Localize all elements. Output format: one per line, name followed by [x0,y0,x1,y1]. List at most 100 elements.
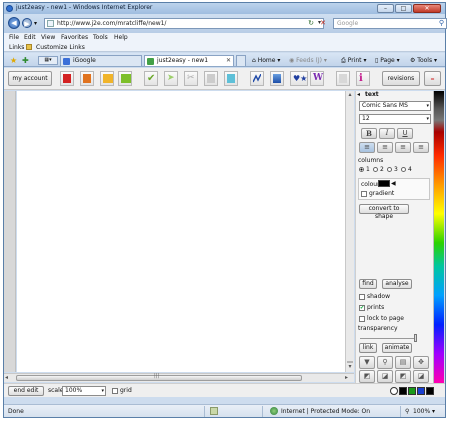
scale-select[interactable]: 100% ▾ [62,386,106,396]
revisions-button[interactable]: revisions [382,71,420,86]
my-account-button[interactable]: my account [8,71,52,86]
line-chart-icon[interactable] [250,71,264,86]
paste-icon[interactable] [224,71,238,86]
font-select[interactable]: Comic Sans MS ▾ [359,101,431,111]
gradient-checkbox[interactable] [361,191,367,197]
columns-radio-1[interactable] [359,167,364,172]
scroll-left-icon[interactable]: ◂ [5,374,8,381]
minimize-button[interactable]: – [377,4,394,13]
align-left-button[interactable]: ≡ [359,142,375,153]
layer-back-icon[interactable]: ◪ [413,370,429,383]
panel-expand-icon[interactable]: ◂ [357,91,360,98]
colour-swatch-black[interactable] [399,387,407,395]
quick-tabs-button[interactable]: ▦▾ [38,56,58,65]
zoom-dropdown-icon[interactable]: ▾ [432,408,435,415]
link-button[interactable]: link [359,343,377,353]
transparent-colour-swatch[interactable] [390,387,398,395]
stack-icon[interactable]: ▤ [395,356,411,369]
convert-to-shape-button[interactable]: convert to shape [359,204,409,220]
analyse-button[interactable]: analyse [382,279,412,289]
menu-tools[interactable]: Tools [93,34,108,41]
wordart-icon[interactable]: W [310,71,324,86]
colour-swatch-black-2[interactable] [426,387,434,395]
layer-up-icon[interactable]: ◩ [359,370,375,383]
info-icon[interactable]: i [356,71,370,86]
address-bar[interactable]: http://www.j2e.com/mratcliffe/new1/ ▾ [44,18,324,29]
find-button[interactable]: find [359,279,377,289]
layer-front-icon[interactable]: ◩ [395,370,411,383]
shadow-checkbox[interactable] [359,294,365,300]
menu-favorites[interactable]: Favorites [61,34,88,41]
end-edit-button[interactable]: end edit [8,386,44,396]
back-button[interactable]: ◀ [8,17,20,29]
close-button[interactable]: ✕ [413,4,441,13]
colour-palette[interactable] [433,91,444,383]
underline-button[interactable]: U [397,128,413,139]
prints-checkbox[interactable]: ✔ [359,305,365,311]
animate-button[interactable]: animate [382,343,412,353]
save-document-icon[interactable] [80,71,94,86]
magnify-icon[interactable]: ⚲ [377,356,393,369]
columns-radio-2[interactable] [373,167,378,172]
refresh-icon[interactable]: ↻ [306,18,316,29]
align-right-button[interactable]: ≡ [395,142,411,153]
size-select[interactable]: 12 ▾ [359,114,431,124]
feeds-command[interactable]: ◉ Feeds (J) ▾ [289,56,327,65]
fill-bucket-icon[interactable]: ▼ [359,356,375,369]
tools-command[interactable]: ⚙ Tools ▾ [410,56,437,65]
columns-radio-4[interactable] [401,167,406,172]
page-command[interactable]: ▯ Page ▾ [375,56,400,65]
zoom-icon[interactable]: ⚲ [405,408,409,415]
open-folder-green-icon[interactable] [118,71,132,86]
copy-icon[interactable] [204,71,218,86]
search-icon[interactable]: ⚲ [439,19,444,27]
new-tab-button[interactable] [236,55,246,66]
horizontal-scrollbar[interactable]: ◂ ||| ▸ [4,373,354,382]
lock-to-page-checkbox[interactable] [359,316,365,322]
disabled-tool-icon[interactable] [336,71,350,86]
transparency-slider-track[interactable] [360,338,414,339]
home-command[interactable]: ⌂ Home ▾ [252,56,280,65]
cut-icon[interactable]: ✂ [184,71,198,86]
picture-icon[interactable] [270,71,284,86]
new-document-icon[interactable] [60,71,74,86]
scroll-up-icon[interactable]: ▴ [346,91,354,99]
customize-links[interactable]: Customize Links [36,44,85,51]
print-command[interactable]: ⎙ Print ▾ [341,56,366,65]
forward-button[interactable]: ▶ [22,18,32,28]
align-justify-button[interactable]: ≡ [413,142,429,153]
shapes-icon[interactable]: ♥★ [290,71,308,86]
history-dropdown-icon[interactable]: ▾ [34,20,37,27]
scroll-right-icon[interactable]: ▸ [345,374,348,381]
menu-view[interactable]: View [41,34,55,41]
tab-just2easy[interactable]: just2easy - new1 ✕ [144,55,234,66]
bold-button[interactable]: B [361,128,377,139]
grid-checkbox[interactable] [112,388,118,394]
check-icon[interactable]: ✔ [144,71,158,86]
columns-radio-3[interactable] [387,167,392,172]
page-canvas[interactable] [17,91,345,372]
italic-button[interactable]: I [379,128,395,139]
colour-swatch[interactable] [378,180,390,187]
menu-help[interactable]: Help [114,34,128,41]
search-input[interactable]: Google ⚲ [333,18,447,29]
delete-page-button[interactable]: – [424,71,441,86]
pointer-icon[interactable]: ➤ [164,71,178,86]
menu-file[interactable]: File [9,34,19,41]
tab-close-icon[interactable]: ✕ [226,56,231,66]
open-folder-icon[interactable] [100,71,114,86]
scroll-down-icon[interactable]: ▾ [346,363,354,371]
vertical-scrollbar[interactable]: ▴ ▾ [345,91,354,372]
align-center-button[interactable]: ≡ [377,142,393,153]
layer-down-icon[interactable]: ◪ [377,370,393,383]
colour-swatch-green[interactable] [408,387,416,395]
menu-edit[interactable]: Edit [24,34,36,41]
transparency-slider-handle[interactable] [414,334,417,342]
favorites-star-icon[interactable]: ★ [10,56,17,65]
stop-icon[interactable]: ✕ [318,18,328,29]
add-favorite-icon[interactable]: ✚ [22,56,29,65]
tab-igoogle[interactable]: iGoogle [60,55,142,66]
colour-swatch-blue[interactable] [417,387,425,395]
move-icon[interactable]: ✥ [413,356,429,369]
maximize-button[interactable]: □ [395,4,412,13]
